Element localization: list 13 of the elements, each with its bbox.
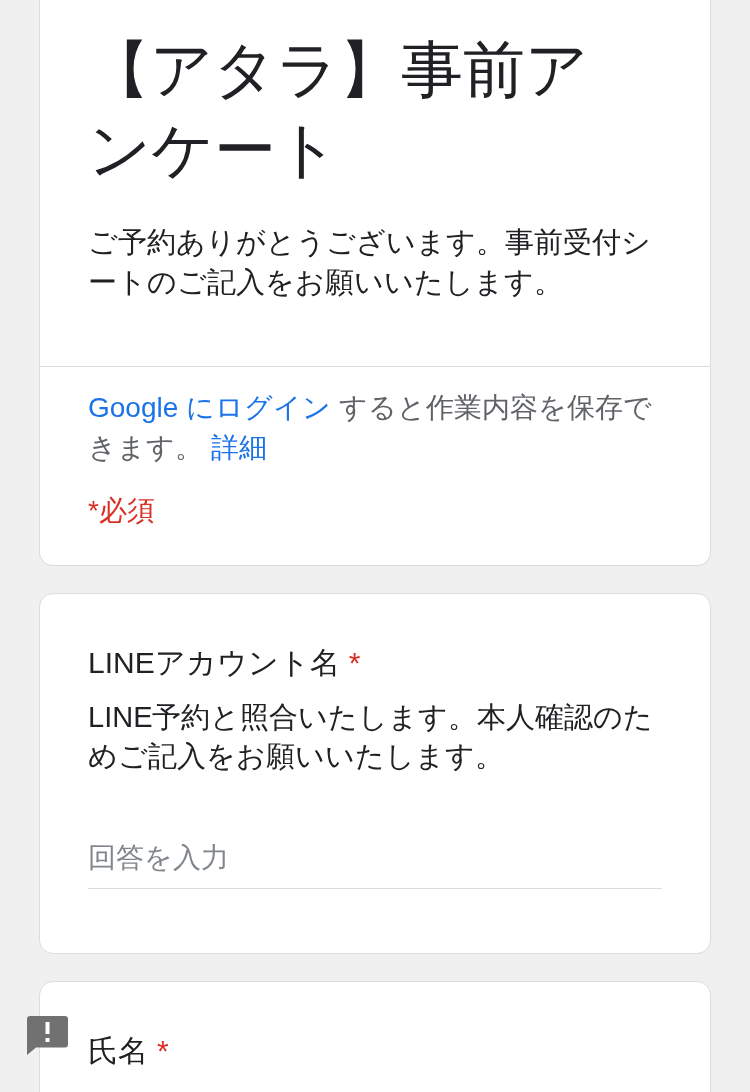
required-mark: * [348, 645, 361, 681]
answer-field[interactable]: 回答を入力 [88, 838, 662, 889]
required-mark: * [157, 1033, 169, 1069]
details-link[interactable]: 詳細 [210, 432, 267, 463]
signin-note: Google にログイン すると作業内容を保存できます。 詳細 [88, 391, 653, 465]
form-description: ご予約ありがとうございます。事前受付シートのご記入をお願いいたします。 [88, 225, 652, 300]
question-title: LINEアカウント名 [88, 645, 340, 681]
required-note: *必須 [88, 494, 156, 528]
question-description: LINE予約と照合いたします。本人確認のためご記入をお願いいたします。 [88, 700, 655, 774]
login-link[interactable]: Google にログイン [88, 392, 332, 423]
exclamation-bubble-icon[interactable] [27, 1016, 68, 1055]
form-title: 【アタラ】事前アンケート [88, 34, 589, 186]
question-title: 氏名 [88, 1033, 148, 1069]
